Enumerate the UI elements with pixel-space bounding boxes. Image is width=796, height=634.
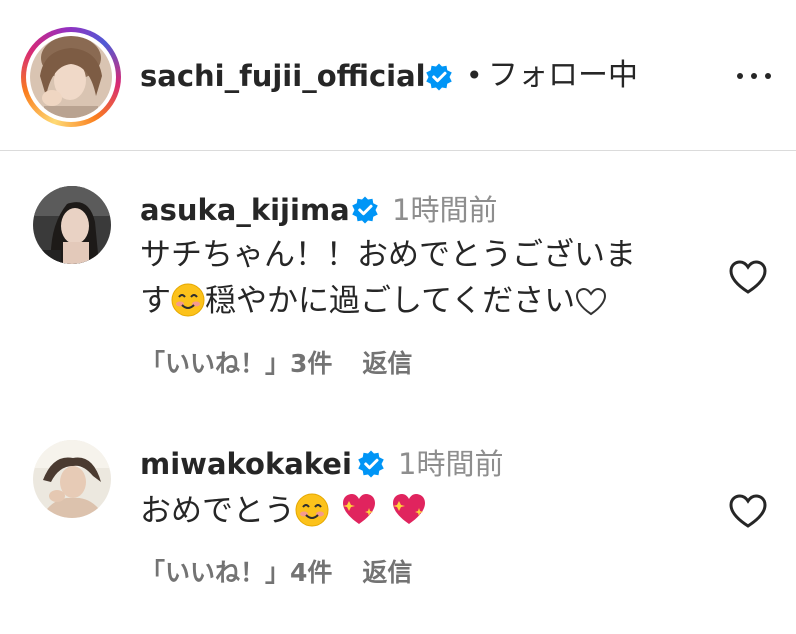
like-heart-icon[interactable] <box>726 256 770 300</box>
verified-badge-icon <box>358 450 384 478</box>
comment-username[interactable]: asuka_kijima <box>140 192 350 228</box>
header-username[interactable]: sachi_fujii_official <box>140 56 426 96</box>
more-options-icon[interactable] <box>733 58 775 94</box>
comment-username[interactable]: miwakokakei <box>140 446 352 482</box>
sparkling-heart-emoji-icon <box>342 494 375 524</box>
smiling-face-emoji-icon <box>171 283 205 317</box>
comment-likes-link[interactable]: 「いいね！」4件 <box>140 558 332 587</box>
reply-button[interactable]: 返信 <box>362 349 412 378</box>
comment-timestamp: 1時間前 <box>398 447 504 481</box>
comment-meta: 「いいね！」3件 返信 <box>140 348 412 380</box>
comment-text: おめでとう <box>140 488 710 534</box>
smiling-face-emoji-icon <box>295 493 329 527</box>
following-button[interactable]: フォロー中 <box>488 56 638 96</box>
white-heart-emoji-icon <box>576 287 607 316</box>
verified-badge-icon <box>352 196 378 224</box>
comment-meta: 「いいね！」4件 返信 <box>140 557 412 589</box>
comment-text: サチちゃん！！おめでとうございま す穏やかに過ごしてください <box>140 232 710 324</box>
reply-button[interactable]: 返信 <box>362 558 412 587</box>
comment-text-line: す穏やかに過ごしてください <box>140 278 710 324</box>
comment-text-segment: おめでとう <box>140 493 295 529</box>
post-header: sachi_fujii_official • フォロー中 <box>0 0 796 151</box>
like-heart-icon[interactable] <box>726 490 770 534</box>
story-ring[interactable] <box>21 27 121 127</box>
profile-avatar[interactable] <box>30 36 112 118</box>
commenter-avatar[interactable] <box>33 440 111 518</box>
separator-dot: • <box>466 59 483 92</box>
sparkling-heart-emoji-icon <box>392 494 425 524</box>
verified-badge-icon <box>426 63 452 91</box>
comment-text-segment: す <box>140 283 171 319</box>
comment-text-segment: 穏やかに過ごしてください <box>205 283 576 319</box>
comment-timestamp: 1時間前 <box>392 193 498 227</box>
commenter-avatar[interactable] <box>33 186 111 264</box>
comment-likes-link[interactable]: 「いいね！」3件 <box>140 349 332 378</box>
comment-text-line: サチちゃん！！おめでとうございま <box>140 237 636 273</box>
